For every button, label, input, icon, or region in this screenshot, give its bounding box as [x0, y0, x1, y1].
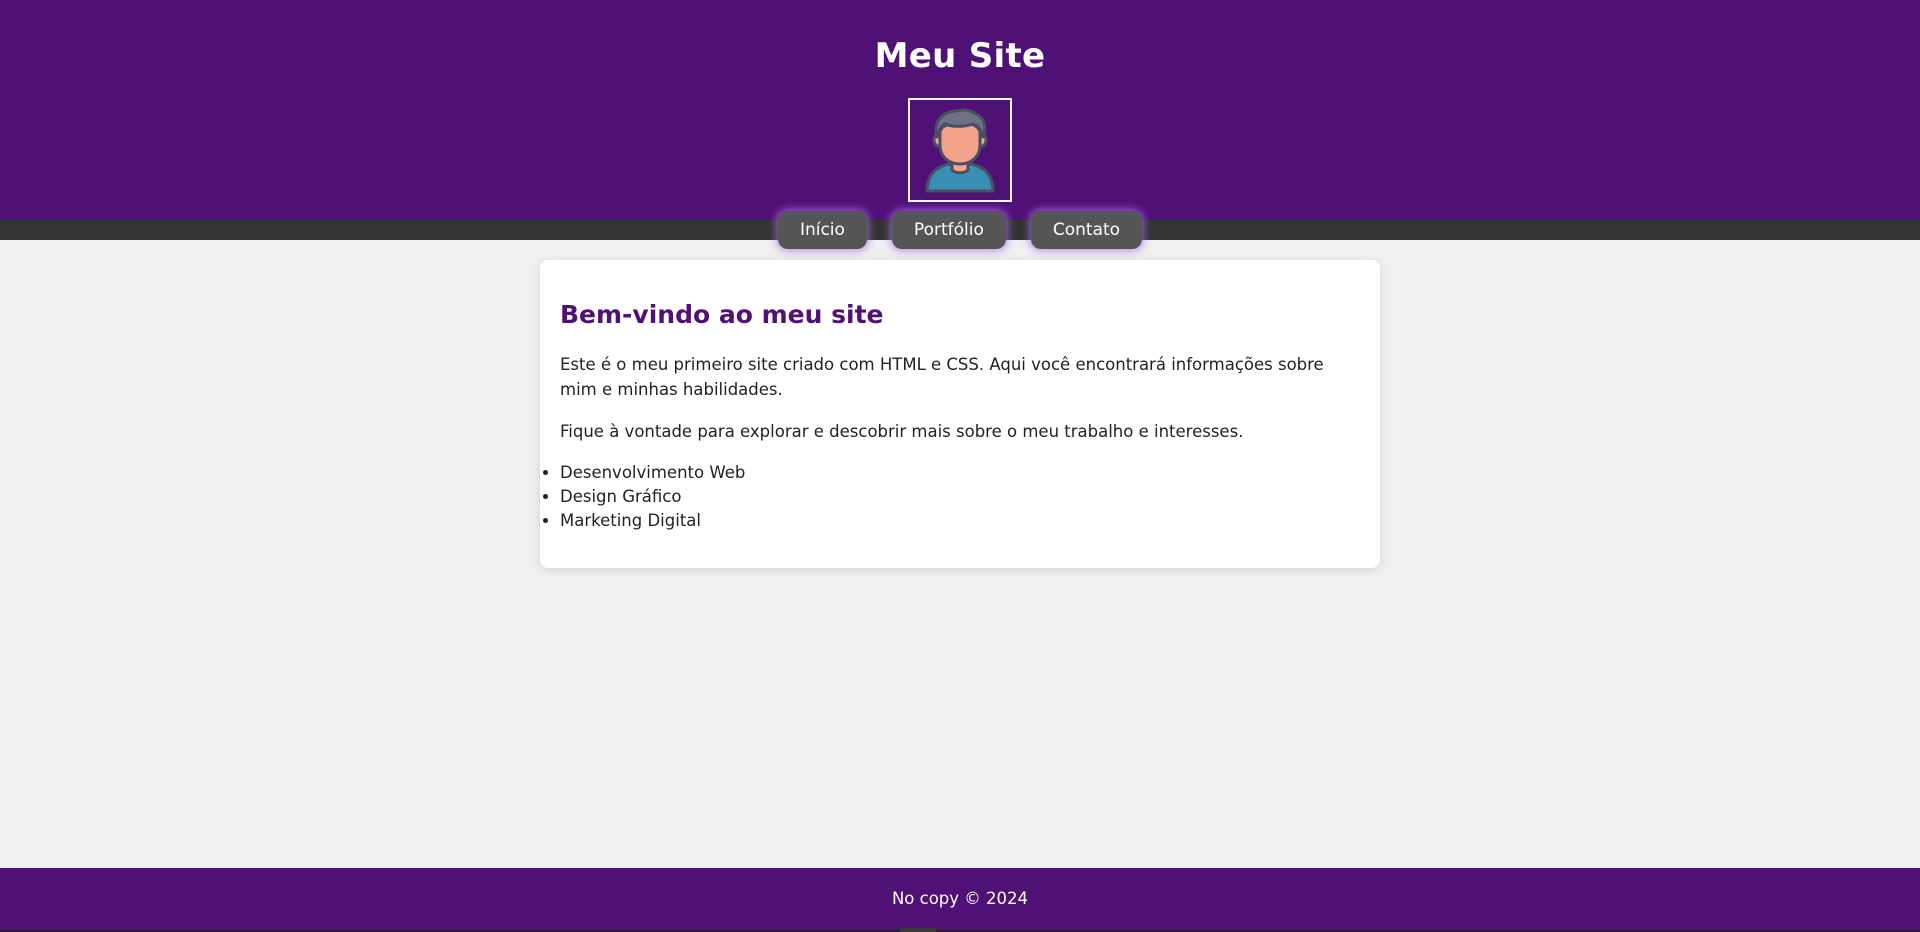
user-avatar-icon [925, 108, 995, 193]
intro-paragraph: Este é o meu primeiro site criado com HT… [560, 355, 1324, 399]
list-item: Marketing Digital [560, 509, 1360, 533]
content-card: Bem-vindo ao meu site Este é o meu prime… [540, 260, 1380, 568]
list-item: Desenvolvimento Web [560, 461, 1360, 485]
nav-item-inicio[interactable]: Início [777, 211, 867, 249]
page: Meu Site Início Portfólio Contato Bem-vi… [0, 0, 1920, 932]
bottom-tab [900, 928, 936, 932]
skills-list: Desenvolvimento Web Design Gráfico Marke… [560, 461, 1360, 533]
avatar [908, 98, 1012, 202]
list-item: Design Gráfico [560, 485, 1360, 509]
footer-copyright: No copy © 2024 [891, 889, 1029, 908]
site-header: Meu Site [0, 0, 1920, 220]
site-title: Meu Site [874, 36, 1046, 76]
explore-paragraph: Fique à vontade para explorar e descobri… [560, 422, 1244, 441]
nav-item-portfolio[interactable]: Portfólio [891, 211, 1006, 249]
welcome-heading: Bem-vindo ao meu site [560, 300, 884, 329]
main-nav: Início Portfólio Contato [0, 211, 1920, 249]
site-footer: No copy © 2024 [0, 868, 1920, 930]
nav-item-contato[interactable]: Contato [1030, 211, 1143, 249]
